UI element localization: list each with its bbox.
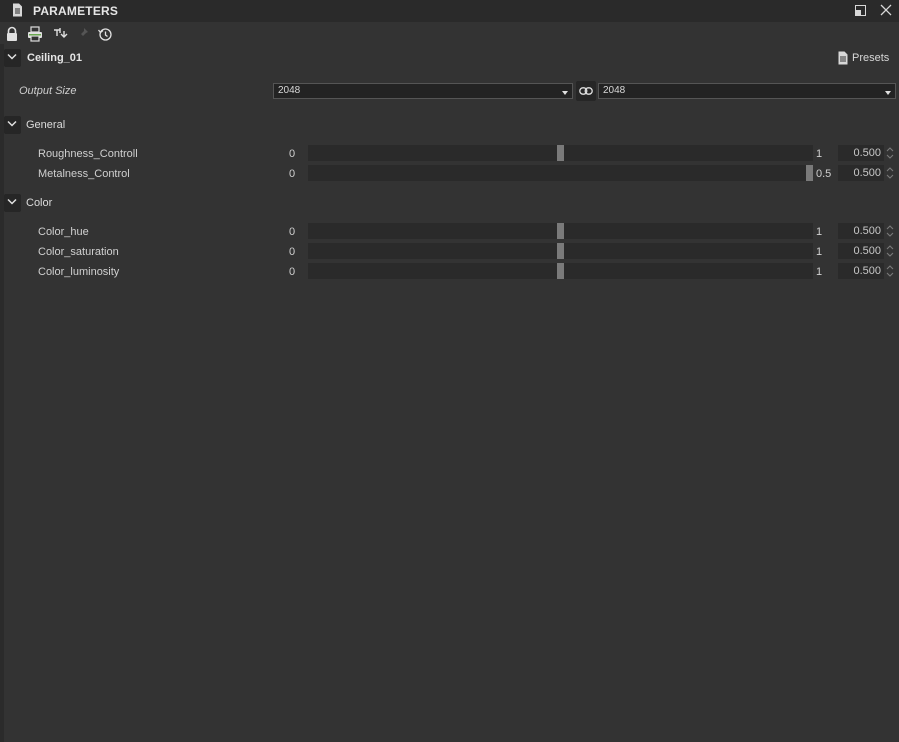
slider-handle[interactable]: [557, 243, 564, 259]
parameters-toolbar: [0, 24, 899, 44]
color-collapse-toggle[interactable]: [4, 194, 21, 212]
dropdown-arrow-icon: [562, 88, 568, 99]
param-max: 1: [816, 226, 823, 238]
pin-icon[interactable]: [76, 26, 92, 42]
section-title-general: General: [26, 119, 66, 131]
param-value-field[interactable]: 0.500: [838, 243, 884, 259]
param-label: Color_hue: [38, 226, 89, 238]
param-max: 0.5: [816, 168, 832, 180]
slider-handle[interactable]: [557, 145, 564, 161]
section-title-color: Color: [26, 197, 53, 209]
dropdown-arrow-icon: [885, 88, 891, 99]
reset-history-icon[interactable]: [97, 26, 113, 42]
param-slider[interactable]: [308, 223, 813, 239]
lock-icon[interactable]: [5, 26, 21, 42]
param-label: Roughness_Controll: [38, 148, 138, 160]
spinner-arrows-icon[interactable]: [886, 165, 894, 181]
param-min: 0: [289, 266, 296, 278]
output-height-dropdown[interactable]: 2048: [598, 83, 896, 99]
printer-icon[interactable]: [27, 26, 43, 42]
param-max: 1: [816, 148, 823, 160]
param-value-field[interactable]: 0.500: [838, 165, 884, 181]
param-label: Color_luminosity: [38, 266, 120, 278]
output-width-dropdown[interactable]: 2048: [273, 83, 573, 99]
param-min: 0: [289, 246, 296, 258]
graph-collapse-toggle[interactable]: [4, 49, 21, 67]
param-value-field[interactable]: 0.500: [838, 223, 884, 239]
spinner-arrows-icon[interactable]: [886, 243, 894, 259]
param-min: 0: [289, 168, 296, 180]
param-min: 0: [289, 148, 296, 160]
pin-toggle-icon[interactable]: [52, 26, 68, 42]
param-value-field[interactable]: 0.500: [838, 145, 884, 161]
param-slider[interactable]: [308, 145, 813, 161]
param-slider[interactable]: [308, 263, 813, 279]
spinner-arrows-icon[interactable]: [886, 263, 894, 279]
param-slider[interactable]: [308, 165, 813, 181]
general-collapse-toggle[interactable]: [4, 116, 21, 134]
param-max: 1: [816, 266, 823, 278]
panel-titlebar: PARAMETERS: [0, 0, 899, 22]
link-size-button[interactable]: [576, 81, 596, 101]
output-height-value: 2048: [603, 85, 626, 96]
param-max: 1: [816, 246, 823, 258]
param-min: 0: [289, 226, 296, 238]
slider-handle[interactable]: [557, 223, 564, 239]
panel-left-border: [0, 44, 4, 742]
presets-label: Presets: [852, 52, 890, 64]
param-label: Color_saturation: [38, 246, 119, 258]
param-slider[interactable]: [308, 243, 813, 259]
param-label: Metalness_Control: [38, 168, 130, 180]
document-icon: [12, 3, 23, 20]
spinner-arrows-icon[interactable]: [886, 145, 894, 161]
float-icon[interactable]: [855, 5, 866, 19]
panel-title: PARAMETERS: [33, 4, 119, 18]
graph-name: Ceiling_01: [27, 52, 83, 64]
output-size-label: Output Size: [19, 85, 77, 97]
close-icon[interactable]: [880, 4, 892, 19]
param-value-field[interactable]: 0.500: [838, 263, 884, 279]
slider-handle[interactable]: [557, 263, 564, 279]
output-width-value: 2048: [278, 85, 301, 96]
document-icon: [838, 51, 848, 68]
spinner-arrows-icon[interactable]: [886, 223, 894, 239]
slider-handle[interactable]: [806, 165, 813, 181]
